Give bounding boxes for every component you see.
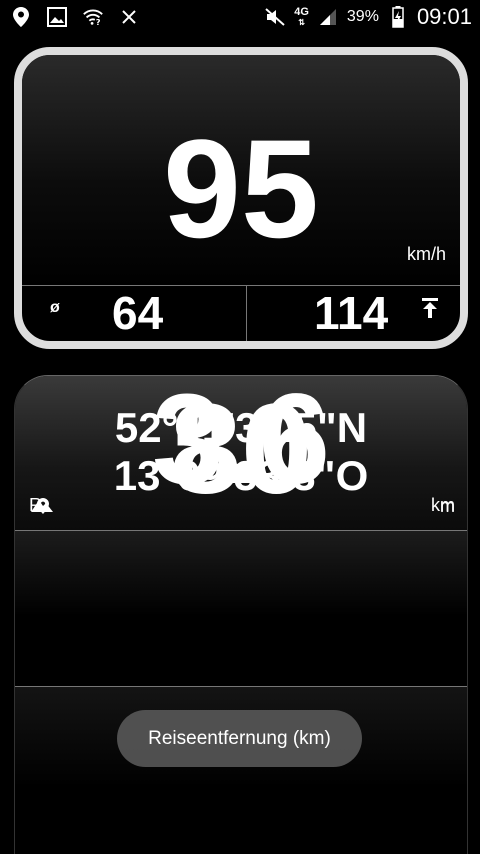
- average-speed: 64: [112, 287, 164, 339]
- info-card[interactable]: 80 m 52°41'36.5"N 13°09'33.3"O 3.6 R km: [14, 375, 468, 854]
- toast-message: Reiseentfernung (km): [117, 710, 362, 767]
- speed-card[interactable]: 95 km/h ø 64 114: [14, 47, 468, 349]
- max-speed-icon: [421, 296, 439, 320]
- current-speed: 95: [163, 110, 319, 267]
- distance-unit: km: [431, 495, 455, 515]
- divider: [246, 285, 247, 341]
- battery-percent: 39%: [346, 8, 379, 25]
- system-status: 4G ⇅ 39% 09:01: [264, 4, 472, 30]
- max-speed: 114: [314, 287, 389, 339]
- signal-icon: [317, 6, 339, 28]
- status-bar: ? 4G ⇅ 39% 09:01: [0, 0, 480, 38]
- average-speed-icon: ø: [50, 299, 60, 316]
- location-icon: [10, 6, 32, 28]
- divider: [22, 285, 460, 286]
- network-type: 4G ⇅: [294, 5, 309, 27]
- wifi-question-icon: ?: [82, 6, 104, 28]
- trip-distance: 3.6: [152, 375, 330, 511]
- coordinates-panel: [15, 531, 467, 686]
- battery-charging-icon: [387, 6, 409, 28]
- clock: 09:01: [416, 4, 472, 29]
- mute-icon: [264, 6, 286, 28]
- image-icon: [46, 6, 68, 28]
- notification-icons: ?: [10, 6, 140, 28]
- svg-text:?: ?: [96, 17, 101, 27]
- close-icon: [118, 6, 140, 28]
- distance-label: R: [29, 495, 42, 515]
- speed-unit: km/h: [406, 244, 446, 264]
